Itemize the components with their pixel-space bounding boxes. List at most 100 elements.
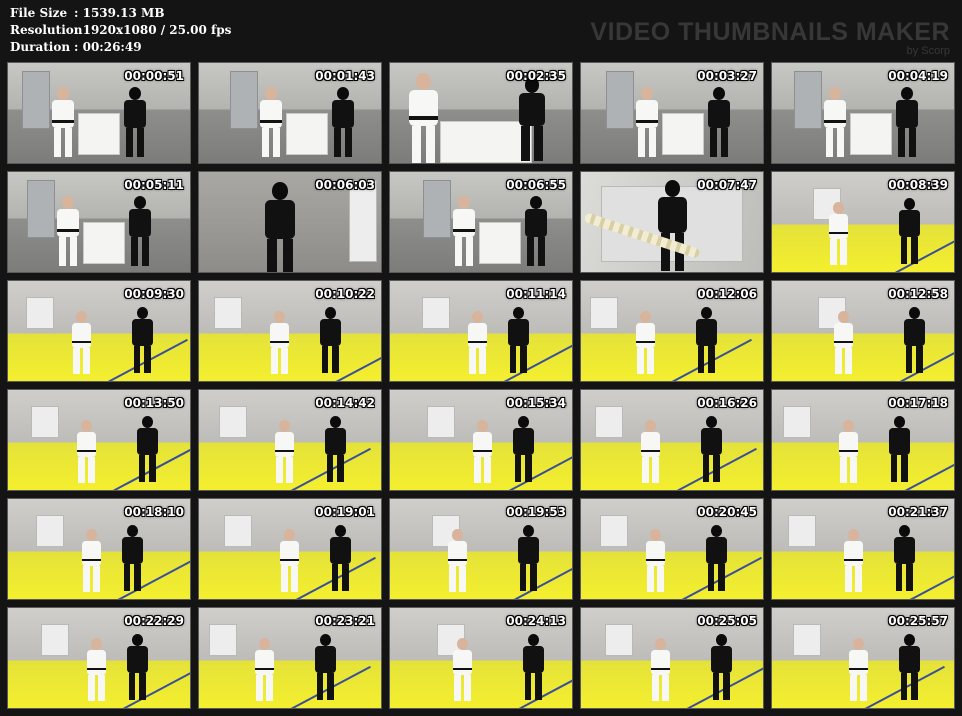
- karate-figure: [825, 202, 852, 265]
- timecode: 00:18:10: [124, 505, 184, 519]
- karate-figure: [830, 311, 857, 374]
- woman-figure: [692, 307, 721, 374]
- video-thumbnail[interactable]: 00:17:18: [771, 389, 955, 491]
- leg: [527, 237, 534, 266]
- torso: [838, 431, 859, 457]
- timecode: 00:23:21: [315, 614, 375, 628]
- torso: [708, 100, 730, 128]
- video-thumbnail[interactable]: 00:20:45: [580, 498, 764, 600]
- karate-figure: [444, 529, 471, 592]
- leg: [479, 347, 486, 374]
- leg: [712, 672, 720, 701]
- video-thumbnail[interactable]: 00:24:13: [389, 607, 573, 709]
- video-thumbnail[interactable]: 00:02:35: [389, 62, 573, 164]
- black-belt: [472, 449, 493, 453]
- video-thumbnail[interactable]: 00:10:22: [198, 280, 382, 382]
- window: [224, 515, 252, 547]
- window: [41, 624, 69, 656]
- timecode: 00:03:27: [697, 69, 757, 83]
- video-thumbnail[interactable]: 00:22:29: [7, 607, 191, 709]
- video-thumbnail[interactable]: 00:23:21: [198, 607, 382, 709]
- leg: [911, 672, 918, 701]
- video-thumbnail[interactable]: 00:18:10: [7, 498, 191, 600]
- video-thumbnail[interactable]: 00:07:47: [580, 171, 764, 273]
- torso: [447, 540, 468, 566]
- leg: [521, 126, 530, 161]
- video-thumbnail[interactable]: 00:13:50: [7, 389, 191, 491]
- leg: [484, 456, 491, 483]
- timecode: 00:07:47: [697, 178, 757, 192]
- head: [265, 87, 277, 100]
- black-belt: [86, 667, 107, 671]
- woman-figure: [519, 634, 548, 701]
- black-belt: [71, 340, 92, 344]
- video-thumbnail[interactable]: 00:05:11: [7, 171, 191, 273]
- door: [794, 71, 822, 129]
- head: [76, 311, 87, 323]
- video-thumbnail[interactable]: 00:21:37: [771, 498, 955, 600]
- video-thumbnail[interactable]: 00:03:27: [580, 62, 764, 164]
- leg: [332, 345, 339, 374]
- head: [903, 634, 915, 647]
- woman-figure: [707, 634, 736, 701]
- head: [86, 529, 97, 541]
- leg: [273, 128, 280, 157]
- leg: [710, 128, 717, 157]
- leg: [900, 236, 908, 265]
- head: [271, 182, 289, 201]
- torso: [650, 649, 671, 675]
- woman-figure: [900, 307, 929, 374]
- video-thumbnail[interactable]: 00:00:51: [7, 62, 191, 164]
- door: [606, 71, 634, 129]
- torso: [332, 100, 354, 128]
- black-belt: [828, 231, 849, 235]
- video-thumbnail[interactable]: 00:15:34: [389, 389, 573, 491]
- video-thumbnail[interactable]: 00:01:43: [198, 62, 382, 164]
- timecode: 00:02:35: [506, 69, 566, 83]
- head: [713, 87, 725, 100]
- video-thumbnail[interactable]: 00:25:05: [580, 607, 764, 709]
- resolution-label: Resolution: [10, 23, 83, 37]
- woman-figure: [702, 525, 731, 592]
- window: [422, 297, 450, 329]
- black-belt: [833, 340, 854, 344]
- head: [641, 87, 653, 100]
- timecode: 00:11:14: [506, 287, 566, 301]
- leg: [316, 672, 324, 701]
- head: [319, 634, 331, 647]
- leg: [455, 237, 462, 266]
- karate-figure: [53, 196, 83, 266]
- video-thumbnail[interactable]: 00:25:57: [771, 607, 955, 709]
- video-thumbnail[interactable]: 00:19:53: [389, 498, 573, 600]
- video-thumbnail[interactable]: 00:11:14: [389, 280, 573, 382]
- video-thumbnail[interactable]: 00:12:06: [580, 280, 764, 382]
- video-thumbnail[interactable]: 00:14:42: [198, 389, 382, 491]
- leg: [449, 565, 456, 592]
- head: [640, 311, 651, 323]
- head: [129, 87, 141, 100]
- black-belt: [274, 449, 295, 453]
- leg: [281, 565, 288, 592]
- video-thumbnail[interactable]: 00:08:39: [771, 171, 955, 273]
- video-thumbnail[interactable]: 00:12:58: [771, 280, 955, 382]
- video-thumbnail[interactable]: 00:06:03: [198, 171, 382, 273]
- timecode: 00:13:50: [124, 396, 184, 410]
- video-thumbnail[interactable]: 00:04:19: [771, 62, 955, 164]
- video-thumbnail[interactable]: 00:09:30: [7, 280, 191, 382]
- video-thumbnail[interactable]: 00:19:01: [198, 498, 382, 600]
- woman-figure: [895, 634, 924, 701]
- torso: [76, 431, 97, 457]
- torso: [824, 100, 846, 128]
- file-size-label: File Size: [10, 6, 68, 20]
- video-thumbnail[interactable]: 00:06:55: [389, 171, 573, 273]
- window: [36, 515, 64, 547]
- leg: [898, 128, 905, 157]
- head: [853, 638, 864, 650]
- head: [131, 634, 143, 647]
- torso: [635, 322, 656, 348]
- video-thumbnail[interactable]: 00:16:26: [580, 389, 764, 491]
- leg: [525, 454, 532, 483]
- woman-figure: [120, 87, 150, 157]
- black-belt: [409, 115, 438, 120]
- leg: [911, 236, 918, 265]
